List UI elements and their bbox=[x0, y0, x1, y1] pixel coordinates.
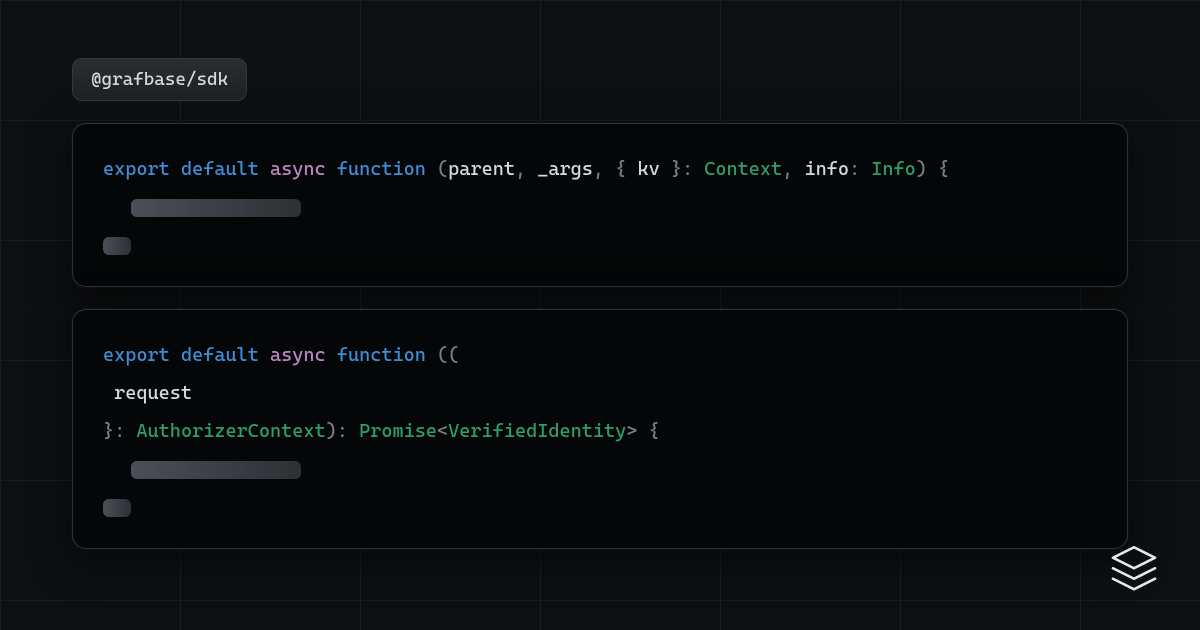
type-promise: Promise bbox=[359, 420, 437, 442]
code-line bbox=[103, 188, 1097, 226]
keyword-async: async bbox=[270, 158, 326, 180]
code-line: }: AuthorizerContext): Promise<VerifiedI… bbox=[103, 412, 1097, 450]
code-line: export default async function (parent, _… bbox=[103, 150, 1097, 188]
type-authorizer-context: AuthorizerContext bbox=[136, 420, 325, 442]
code-line: request bbox=[103, 374, 1097, 412]
skeleton-placeholder bbox=[103, 237, 131, 255]
keyword-export: export bbox=[103, 158, 170, 180]
package-badge: @grafbase/sdk bbox=[72, 58, 247, 101]
punct: , bbox=[515, 158, 537, 180]
punct: , bbox=[593, 158, 615, 180]
og-frame: @grafbase/sdk export default async funct… bbox=[0, 0, 1200, 630]
punct: }: bbox=[660, 158, 705, 180]
code-line: export default async function (( bbox=[103, 336, 1097, 374]
punct: { bbox=[927, 158, 949, 180]
punct: : bbox=[849, 158, 871, 180]
keyword-function: function bbox=[337, 344, 426, 366]
punct: > bbox=[626, 420, 637, 442]
punct: < bbox=[437, 420, 448, 442]
keyword-export: export bbox=[103, 344, 170, 366]
code-line bbox=[103, 450, 1097, 488]
type-verified-identity: VerifiedIdentity bbox=[448, 420, 626, 442]
param-kv: kv bbox=[637, 158, 659, 180]
punct: , bbox=[782, 158, 804, 180]
param-args: _args bbox=[537, 158, 593, 180]
punct: ) bbox=[916, 158, 927, 180]
punct: { bbox=[637, 420, 659, 442]
code-block-authorizer: export default async function (( request… bbox=[72, 309, 1128, 549]
code-block-resolver: export default async function (parent, _… bbox=[72, 123, 1128, 287]
skeleton-placeholder bbox=[131, 199, 301, 217]
param-parent: parent bbox=[448, 158, 515, 180]
code-line bbox=[103, 488, 1097, 526]
keyword-default: default bbox=[181, 344, 259, 366]
punct: ): bbox=[326, 420, 359, 442]
punct: (( bbox=[426, 344, 459, 366]
keyword-default: default bbox=[181, 158, 259, 180]
punct: ( bbox=[437, 158, 448, 180]
punct: { bbox=[615, 158, 637, 180]
keyword-async: async bbox=[270, 344, 326, 366]
param-info: info bbox=[804, 158, 849, 180]
code-line bbox=[103, 226, 1097, 264]
type-info: Info bbox=[871, 158, 916, 180]
keyword-function: function bbox=[337, 158, 426, 180]
skeleton-placeholder bbox=[103, 499, 131, 517]
grafbase-logo-icon bbox=[1106, 542, 1162, 598]
skeleton-placeholder bbox=[131, 461, 301, 479]
param-request: request bbox=[103, 382, 192, 404]
type-context: Context bbox=[704, 158, 782, 180]
punct: }: bbox=[103, 420, 136, 442]
